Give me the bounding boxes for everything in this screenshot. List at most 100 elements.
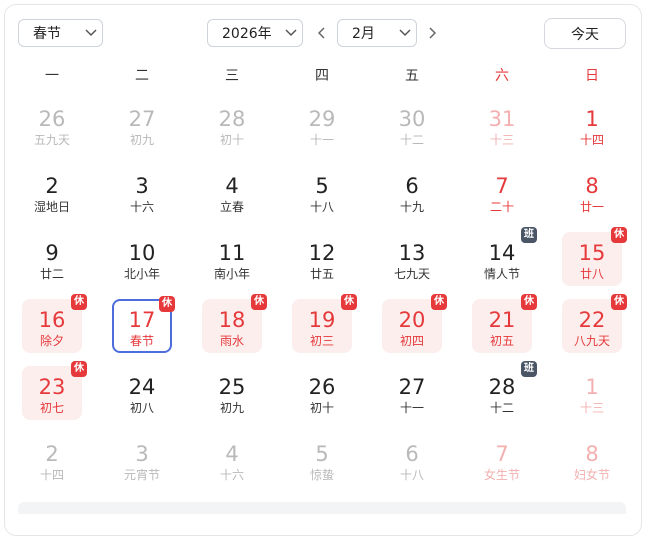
day-cell-box: 19 初三 休 (292, 294, 357, 353)
lunar-label: 女生节 (483, 468, 520, 482)
day-cell[interactable]: 3 十六 (97, 165, 187, 232)
day-cell-box: 27 初九 (112, 98, 172, 152)
day-cell[interactable]: 30 十二 (367, 98, 457, 165)
day-number: 8 (585, 442, 599, 466)
lunar-label: 初九 (219, 401, 244, 415)
chevron-down-icon (80, 29, 102, 37)
day-cell[interactable]: 27 初九 (97, 98, 187, 165)
calendar-footer (18, 502, 626, 514)
holiday-select[interactable]: 春节 (18, 19, 103, 47)
day-cell[interactable]: 4 十六 (187, 433, 277, 500)
day-cell[interactable]: 26 五九天 (7, 98, 97, 165)
rest-day-badge: 休 (71, 361, 87, 377)
year-select[interactable]: 2026年 (207, 19, 303, 47)
today-button[interactable]: 今天 (544, 18, 626, 49)
day-number: 29 (308, 107, 336, 131)
day-cell-box: 14 情人节 班 (472, 227, 537, 286)
lunar-label: 十九 (399, 200, 424, 214)
day-cell[interactable]: 15 廿八 休 (547, 227, 637, 299)
day-cell-box: 17 春节 休 (112, 296, 175, 353)
day-cell[interactable]: 25 初九 (187, 366, 277, 433)
weekday-label: 一 (45, 68, 59, 84)
next-month-button[interactable] (423, 22, 441, 44)
day-cell[interactable]: 7 女生节 (457, 433, 547, 500)
day-cell-box: 20 初四 休 (382, 294, 447, 353)
day-cell[interactable]: 2 湿地日 (7, 165, 97, 232)
day-number: 7 (495, 174, 509, 198)
day-number: 1 (585, 107, 599, 131)
lunar-label: 十六 (219, 468, 244, 482)
rest-day-badge: 休 (341, 294, 357, 310)
day-cell[interactable]: 11 南小年 (187, 232, 277, 299)
day-cell-box: 10 北小年 (112, 232, 172, 286)
day-cell[interactable]: 8 廿一 (547, 165, 637, 232)
workday-badge: 班 (521, 227, 537, 243)
year-select-value: 2026年 (222, 26, 272, 42)
lunar-label: 五九天 (33, 133, 70, 147)
day-cell[interactable]: 22 八九天 休 (547, 294, 637, 366)
day-cell-box: 28 初十 (202, 98, 262, 152)
day-cell[interactable]: 4 立春 (187, 165, 277, 232)
day-cell[interactable]: 27 十一 (367, 366, 457, 433)
day-cell[interactable]: 14 情人节 班 (457, 227, 547, 299)
day-cell[interactable]: 29 十一 (277, 98, 367, 165)
lunar-label: 初四 (399, 334, 424, 348)
day-cell[interactable]: 20 初四 休 (367, 294, 457, 366)
lunar-label: 十二 (399, 133, 424, 147)
day-cell-box: 22 八九天 休 (562, 294, 627, 353)
day-cell-box: 1 十四 (562, 98, 622, 152)
day-cell-box: 3 元宵节 (112, 433, 172, 487)
rest-day-badge: 休 (611, 227, 627, 243)
day-cell[interactable]: 19 初三 休 (277, 294, 367, 366)
day-cell[interactable]: 1 十三 (547, 366, 637, 433)
day-cell[interactable]: 10 北小年 (97, 232, 187, 299)
month-select[interactable]: 2月 (337, 19, 417, 47)
day-cell[interactable]: 5 十八 (277, 165, 367, 232)
day-cell[interactable]: 3 元宵节 (97, 433, 187, 500)
day-cell-box: 7 二十 (472, 165, 532, 219)
day-cell-box: 25 初九 (202, 366, 262, 420)
day-cell[interactable]: 13 七九天 (367, 232, 457, 299)
lunar-label: 十一 (309, 133, 334, 147)
day-cell[interactable]: 9 廿二 (7, 232, 97, 299)
day-cell[interactable]: 31 十三 (457, 98, 547, 165)
day-cell[interactable]: 6 十八 (367, 433, 457, 500)
rest-day-badge: 休 (251, 294, 267, 310)
selected-day-cell[interactable]: 17 春节 休 (97, 296, 187, 366)
day-cell[interactable]: 7 二十 (457, 165, 547, 232)
lunar-label: 立春 (219, 200, 244, 214)
lunar-label: 情人节 (483, 267, 520, 281)
day-number: 16 (38, 308, 66, 332)
prev-month-button[interactable] (313, 22, 331, 44)
day-cell[interactable]: 28 十二 班 (457, 361, 547, 433)
day-number: 20 (398, 308, 426, 332)
day-cell[interactable]: 5 惊蛰 (277, 433, 367, 500)
weekday-label: 二 (135, 68, 149, 84)
day-number: 24 (128, 375, 156, 399)
day-number: 19 (308, 308, 336, 332)
day-cell[interactable]: 16 除夕 休 (7, 294, 97, 366)
day-number: 6 (405, 174, 419, 198)
day-cell[interactable]: 2 十四 (7, 433, 97, 500)
day-cell-box: 24 初八 (112, 366, 172, 420)
day-cell-box: 18 雨水 休 (202, 294, 267, 353)
day-cell-box: 26 五九天 (22, 98, 82, 152)
day-number: 5 (315, 442, 329, 466)
day-cell[interactable]: 26 初十 (277, 366, 367, 433)
weekday-header: 一二三四五六日 (7, 62, 637, 90)
rest-day-badge: 休 (521, 294, 537, 310)
day-cell-box: 31 十三 (472, 98, 532, 152)
day-cell[interactable]: 24 初八 (97, 366, 187, 433)
day-cell[interactable]: 21 初五 休 (457, 294, 547, 366)
day-cell[interactable]: 18 雨水 休 (187, 294, 277, 366)
day-number: 22 (578, 308, 606, 332)
month-select-value: 2月 (352, 26, 375, 42)
day-cell[interactable]: 12 廿五 (277, 232, 367, 299)
day-cell[interactable]: 23 初七 休 (7, 361, 97, 433)
day-number: 12 (308, 241, 336, 265)
day-cell[interactable]: 6 十九 (367, 165, 457, 232)
lunar-label: 十六 (129, 200, 154, 214)
day-cell[interactable]: 8 妇女节 (547, 433, 637, 500)
day-cell[interactable]: 1 十四 (547, 98, 637, 165)
day-cell[interactable]: 28 初十 (187, 98, 277, 165)
